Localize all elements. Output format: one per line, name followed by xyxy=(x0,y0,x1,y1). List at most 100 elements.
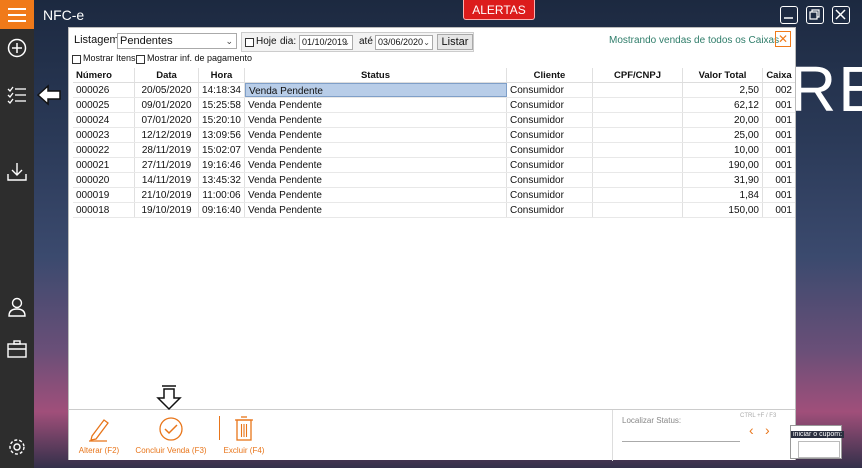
mostrar-pagamento-label: Mostrar inf. de pagamento xyxy=(147,53,253,63)
header-cliente[interactable]: Cliente xyxy=(507,68,593,82)
sales-table: Número Data Hora Status Cliente CPF/CNPJ… xyxy=(73,68,795,218)
cell-hora: 13:09:56 xyxy=(199,128,245,142)
add-sale-button[interactable] xyxy=(0,33,34,63)
table-row[interactable]: 000022 28/11/2019 15:02:07 Venda Pendente Co… xyxy=(73,143,795,158)
listagem-label: Listagem xyxy=(74,34,119,46)
close-icon xyxy=(835,9,846,20)
table-row[interactable]: 000023 12/12/2019 13:09:56 Venda Pendente Co… xyxy=(73,128,795,143)
close-panel-button[interactable]: ✕ xyxy=(775,31,791,47)
minimize-icon xyxy=(784,17,793,19)
mostrar-itens-checkbox[interactable] xyxy=(72,55,81,64)
cell-caixa: 001 xyxy=(775,115,792,126)
cell-numero: 000022 xyxy=(73,143,135,157)
concluir-venda-button[interactable]: Concluir Venda (F3) xyxy=(131,410,211,461)
header-numero[interactable]: Número xyxy=(73,68,135,82)
header-caixa[interactable]: Caixa xyxy=(763,68,795,82)
cell-cpf-cnpj xyxy=(593,188,683,202)
background-logo-text: RE xyxy=(790,53,862,125)
back-arrow-icon[interactable] xyxy=(37,84,63,106)
sales-list-button[interactable] xyxy=(0,80,34,110)
plus-circle-icon xyxy=(7,38,27,58)
ate-label: até xyxy=(359,36,373,47)
table-row[interactable]: 000018 19/10/2019 09:16:40 Venda Pendente Co… xyxy=(73,203,795,218)
cell-cpf-cnpj xyxy=(593,143,683,157)
cell-caixa: 001 xyxy=(775,130,792,141)
table-row[interactable]: 000026 20/05/2020 14:18:34 Venda Pendente Co… xyxy=(73,83,795,98)
cell-valor-total: 31,90 xyxy=(683,173,763,187)
minimize-button[interactable] xyxy=(780,6,798,24)
header-cpf-cnpj[interactable]: CPF/CNPJ xyxy=(593,68,683,82)
action-divider xyxy=(219,416,220,440)
cell-cliente: Consumidor xyxy=(507,128,593,142)
alterar-button[interactable]: Alterar (F2) xyxy=(75,410,123,461)
header-valor-total[interactable]: Valor Total xyxy=(683,68,763,82)
table-row[interactable]: 000020 14/11/2019 13:45:32 Venda Pendente Co… xyxy=(73,173,795,188)
cell-data: 07/01/2020 xyxy=(135,113,199,127)
cell-numero: 000019 xyxy=(73,188,135,202)
app-title: NFC-e xyxy=(43,7,85,23)
cell-data: 19/10/2019 xyxy=(135,203,199,217)
hoje-checkbox[interactable] xyxy=(245,38,254,47)
cell-cliente: Consumidor xyxy=(507,98,593,112)
cell-caixa: 002 xyxy=(775,85,792,96)
cell-status: Venda Pendente xyxy=(245,158,507,172)
hamburger-menu-button[interactable] xyxy=(0,0,34,29)
table-row[interactable]: 000025 09/01/2020 15:25:58 Venda Pendente Co… xyxy=(73,98,795,113)
concluir-venda-label: Concluir Venda (F3) xyxy=(135,446,207,455)
previous-arrow-icon[interactable]: ‹ xyxy=(749,422,754,438)
cell-status: Venda Pendente xyxy=(245,98,507,112)
title-bar: NFC-e ALERTAS xyxy=(34,0,862,29)
coupon-input[interactable] xyxy=(798,441,840,458)
close-window-button[interactable] xyxy=(832,6,850,24)
table-header: Número Data Hora Status Cliente CPF/CNPJ… xyxy=(73,68,795,83)
cash-register-button[interactable] xyxy=(0,334,34,364)
cell-cpf-cnpj xyxy=(593,128,683,142)
date-from-input[interactable]: 01/10/2019 ⌄ xyxy=(299,35,353,50)
header-data[interactable]: Data xyxy=(135,68,199,82)
alerts-button[interactable]: ALERTAS xyxy=(463,0,535,20)
chevron-down-icon: ⌄ xyxy=(343,38,350,47)
settings-button[interactable] xyxy=(0,432,34,462)
cell-cpf-cnpj xyxy=(593,173,683,187)
chevron-down-icon: ⌄ xyxy=(225,36,233,46)
cell-numero: 000023 xyxy=(73,128,135,142)
mostrar-pagamento-checkbox[interactable] xyxy=(136,55,145,64)
listar-button[interactable]: Listar xyxy=(437,34,473,50)
menu-line-icon xyxy=(8,13,26,16)
cell-hora: 14:18:34 xyxy=(199,83,245,97)
cell-status: Venda Pendente xyxy=(245,173,507,187)
cell-hora: 11:00:06 xyxy=(199,188,245,202)
header-status[interactable]: Status xyxy=(245,68,507,82)
cell-cliente: Consumidor xyxy=(507,158,593,172)
cell-numero: 000026 xyxy=(73,83,135,97)
table-row[interactable]: 000021 27/11/2019 19:16:46 Venda Pendente Co… xyxy=(73,158,795,173)
coupon-label: iniciar o cupom: xyxy=(791,431,845,438)
table-row[interactable]: 000024 07/01/2020 15:20:10 Venda Pendente Co… xyxy=(73,113,795,128)
alterar-label: Alterar (F2) xyxy=(78,446,120,455)
table-row[interactable]: 000019 21/10/2019 11:00:06 Venda Pendente Co… xyxy=(73,188,795,203)
cell-cliente: Consumidor xyxy=(507,203,593,217)
excluir-button[interactable]: Excluir (F4) xyxy=(221,410,267,461)
restore-button[interactable] xyxy=(806,6,824,24)
download-button[interactable] xyxy=(0,157,34,187)
mostrar-itens-label: Mostrar Itens xyxy=(83,53,136,63)
cell-valor-total: 1,84 xyxy=(683,188,763,202)
cell-caixa: 001 xyxy=(775,145,792,156)
cell-cliente: Consumidor xyxy=(507,143,593,157)
cell-valor-total: 25,00 xyxy=(683,128,763,142)
cell-cliente: Consumidor xyxy=(507,83,593,97)
listagem-select[interactable]: Pendentes ⌄ xyxy=(117,33,237,49)
gear-icon xyxy=(9,439,25,455)
cell-cpf-cnpj xyxy=(593,158,683,172)
next-arrow-icon[interactable]: › xyxy=(765,422,770,438)
trash-icon xyxy=(235,416,253,441)
date-from-value: 01/10/2019 xyxy=(302,37,348,47)
cell-data: 27/11/2019 xyxy=(135,158,199,172)
pencil-icon xyxy=(89,419,109,442)
user-button[interactable] xyxy=(0,292,34,322)
cell-numero: 000025 xyxy=(73,98,135,112)
header-hora[interactable]: Hora xyxy=(199,68,245,82)
search-status-input[interactable] xyxy=(622,428,740,442)
checklist-icon xyxy=(7,86,26,104)
date-to-input[interactable]: 03/06/2020 ⌄ xyxy=(375,35,433,50)
